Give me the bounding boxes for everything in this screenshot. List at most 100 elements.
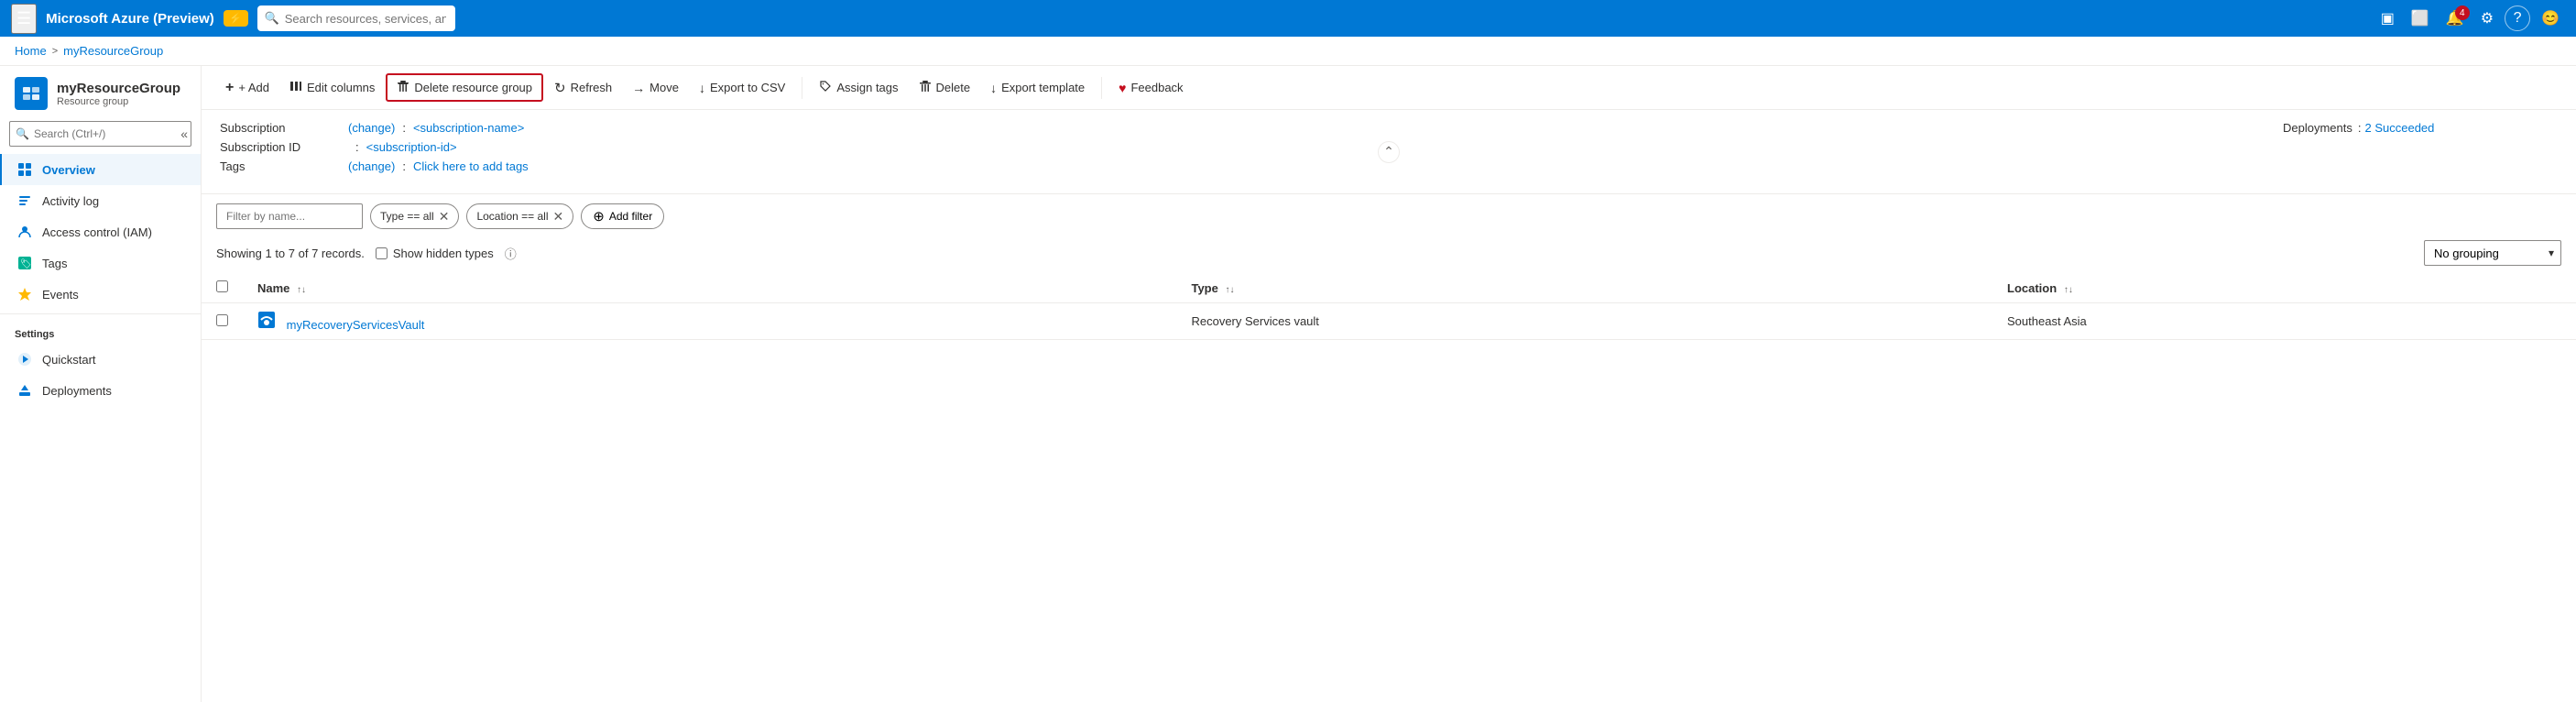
global-search-input[interactable] <box>257 5 455 31</box>
info-right: Deployments : 2 Succeeded <box>2283 121 2558 179</box>
filter-by-name-input[interactable] <box>216 203 363 229</box>
add-icon: + <box>225 80 234 96</box>
info-separator-2: : <box>355 140 359 154</box>
type-filter-tag[interactable]: Type == all ✕ <box>370 203 459 229</box>
add-button[interactable]: + + Add <box>216 75 278 101</box>
access-control-icon <box>16 224 33 240</box>
move-button[interactable]: → Move <box>623 76 688 100</box>
row-type-cell: Recovery Services vault <box>1176 303 1992 340</box>
table-row: myRecoveryServicesVault Recovery Service… <box>202 303 2576 340</box>
location-filter-label: Location == all <box>476 210 548 223</box>
info-collapse-button[interactable]: ⌃ <box>1378 141 1400 163</box>
quickstart-icon <box>16 351 33 367</box>
refresh-icon: ↻ <box>554 80 566 96</box>
subscription-value-link[interactable]: <subscription-name> <box>413 121 524 135</box>
notifications-icon[interactable]: 🔔 4 <box>2440 5 2470 31</box>
quickstart-label: Quickstart <box>42 353 96 367</box>
filter-bar: Type == all ✕ Location == all ✕ ⊕ Add fi… <box>202 194 2576 235</box>
sidebar-collapse-button[interactable]: « <box>180 126 188 141</box>
column-type-header[interactable]: Type ↑↓ <box>1176 273 1992 303</box>
feedback-label: Feedback <box>1130 81 1183 94</box>
location-filter-remove-icon[interactable]: ✕ <box>553 210 564 223</box>
profile-icon[interactable]: 😊 <box>2536 5 2565 31</box>
grouping-select[interactable]: No grouping Resource type Location Tag <box>2424 240 2561 266</box>
records-count-text: Showing 1 to 7 of 7 records. <box>216 247 365 260</box>
show-hidden-types-text: Show hidden types <box>393 247 494 260</box>
deployments-label: Deployments <box>2283 121 2352 135</box>
delete-resource-group-button[interactable]: Delete resource group <box>386 73 543 102</box>
breadcrumb-current[interactable]: myResourceGroup <box>63 44 163 58</box>
overview-icon <box>16 161 33 178</box>
feedback-button[interactable]: ♥ Feedback <box>1109 76 1192 100</box>
row-checkbox[interactable] <box>216 314 228 326</box>
terminal-icon[interactable]: ▣ <box>2375 5 2400 31</box>
tags-icon: 🏷 <box>16 255 33 271</box>
export-template-label: Export template <box>1001 81 1085 94</box>
show-hidden-types-checkbox[interactable] <box>376 247 387 259</box>
resource-group-icon <box>15 77 48 110</box>
column-location-label: Location <box>2007 281 2057 295</box>
type-sort-icon: ↑↓ <box>1225 285 1234 295</box>
tags-change-link[interactable]: (change) <box>348 159 395 173</box>
tags-label: Tags <box>220 159 348 173</box>
add-filter-label: Add filter <box>609 210 652 223</box>
refresh-button[interactable]: ↻ Refresh <box>545 75 621 101</box>
delete-icon <box>919 80 932 95</box>
sidebar-divider <box>0 313 201 314</box>
info-separator-1: : <box>402 121 406 135</box>
export-csv-button[interactable]: ↓ Export to CSV <box>690 76 794 100</box>
activity-log-icon <box>16 192 33 209</box>
add-label: + Add <box>238 81 269 94</box>
access-control-label: Access control (IAM) <box>42 225 152 239</box>
cloud-shell-icon[interactable]: ⬜ <box>2406 5 2435 31</box>
column-location-header[interactable]: Location ↑↓ <box>1992 273 2576 303</box>
deployments-separator: : <box>2358 121 2362 135</box>
help-icon[interactable]: ? <box>2505 5 2530 31</box>
location-filter-tag[interactable]: Location == all ✕ <box>466 203 573 229</box>
add-filter-button[interactable]: ⊕ Add filter <box>581 203 664 229</box>
assign-tags-button[interactable]: Assign tags <box>810 75 907 100</box>
content-area: + + Add Edit columns <box>202 66 2576 702</box>
delete-button[interactable]: Delete <box>910 75 980 100</box>
subscription-label: Subscription <box>220 121 348 135</box>
table-header: Name ↑↓ Type ↑↓ Location ↑↓ <box>202 273 2576 303</box>
resources-table: Name ↑↓ Type ↑↓ Location ↑↓ <box>202 273 2576 340</box>
delete-resource-group-label: Delete resource group <box>414 81 532 94</box>
sidebar-item-access-control[interactable]: Access control (IAM) <box>0 216 201 247</box>
deployments-icon <box>16 382 33 399</box>
subscription-id-label: Subscription ID <box>220 140 348 154</box>
table-select-all-checkbox[interactable] <box>216 280 228 292</box>
row-name-link[interactable]: myRecoveryServicesVault <box>287 318 425 332</box>
global-search-icon: 🔍 <box>265 11 279 26</box>
subscription-id-link[interactable]: <subscription-id> <box>366 140 457 154</box>
type-filter-remove-icon[interactable]: ✕ <box>439 210 450 223</box>
tags-value-link[interactable]: Click here to add tags <box>413 159 529 173</box>
sidebar-item-overview[interactable]: Overview <box>0 154 201 185</box>
sidebar-item-tags[interactable]: 🏷 Tags <box>0 247 201 279</box>
sidebar-item-quickstart[interactable]: Quickstart <box>0 344 201 375</box>
subscription-change-link[interactable]: (change) <box>348 121 395 135</box>
assign-tags-icon <box>819 80 832 95</box>
sidebar-item-activity-log[interactable]: Activity log <box>0 185 201 216</box>
global-search-wrapper: 🔍 <box>257 5 807 31</box>
sidebar-search-wrapper: 🔍 « <box>9 121 191 147</box>
deployments-value-link[interactable]: 2 Succeeded <box>2365 121 2435 135</box>
column-name-header[interactable]: Name ↑↓ <box>243 273 1176 303</box>
edit-columns-button[interactable]: Edit columns <box>280 75 384 100</box>
move-label: Move <box>649 81 679 94</box>
tags-label: Tags <box>42 257 67 270</box>
hamburger-menu-button[interactable]: ☰ <box>11 4 37 34</box>
column-type-label: Type <box>1191 281 1217 295</box>
row-type-value: Recovery Services vault <box>1191 314 1318 328</box>
type-filter-label: Type == all <box>380 210 434 223</box>
show-hidden-types-label[interactable]: Show hidden types <box>376 247 494 260</box>
sidebar-item-deployments[interactable]: Deployments <box>0 375 201 406</box>
sidebar-search-input[interactable] <box>9 121 191 147</box>
export-template-button[interactable]: ↓ Export template <box>981 76 1094 100</box>
sidebar-item-events[interactable]: Events <box>0 279 201 310</box>
settings-icon[interactable]: ⚙ <box>2475 5 2499 31</box>
sidebar: myResourceGroup Resource group 🔍 « Overv… <box>0 66 202 702</box>
breadcrumb-home[interactable]: Home <box>15 44 47 58</box>
main-layout: myResourceGroup Resource group 🔍 « Overv… <box>0 66 2576 702</box>
table-body: myRecoveryServicesVault Recovery Service… <box>202 303 2576 340</box>
